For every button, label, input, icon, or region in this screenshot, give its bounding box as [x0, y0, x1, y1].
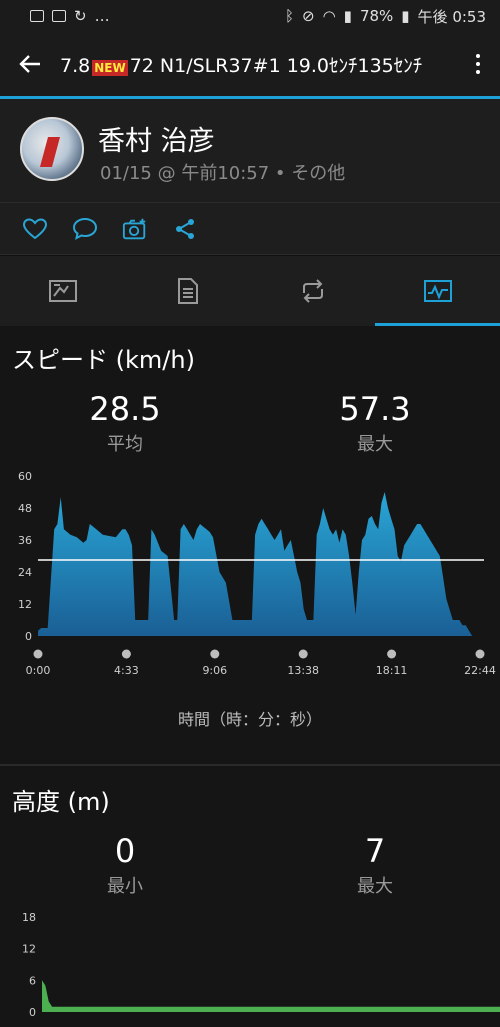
- back-button[interactable]: [0, 32, 60, 96]
- x-tick-marker: [298, 649, 308, 659]
- altitude-max-label: 最大: [357, 876, 393, 897]
- tab-map[interactable]: [0, 256, 125, 326]
- action-bar: [0, 203, 500, 255]
- altitude-min: 0 最小: [45, 832, 205, 898]
- y-tick-label: 0: [25, 630, 32, 643]
- image-notification-icon: [30, 10, 44, 22]
- altitude-min-value: 0: [114, 832, 136, 870]
- mute-icon: ⊘: [302, 7, 315, 25]
- y-tick-label: 18: [22, 911, 36, 924]
- camera-plus-icon: [122, 218, 146, 239]
- heart-icon: [23, 217, 47, 239]
- y-tick-label: 24: [18, 566, 32, 579]
- battery-percent: 78%: [359, 7, 394, 25]
- new-badge: NEW: [92, 59, 128, 76]
- y-tick-label: 12: [22, 943, 36, 956]
- x-tick-marker: [387, 649, 397, 659]
- y-tick-label: 12: [18, 598, 32, 611]
- speed-x-axis-label: 時間（時：分：秒）: [177, 710, 322, 729]
- y-tick-label: 60: [18, 470, 32, 483]
- tab-summary[interactable]: [125, 256, 250, 326]
- x-tick-label: 18:11: [376, 664, 408, 677]
- user-name[interactable]: 香村 治彦: [98, 119, 215, 158]
- altitude-max-value: 7: [364, 832, 386, 870]
- series-area: [38, 492, 473, 636]
- repeat-icon: [302, 279, 323, 303]
- title-suffix: 72 N1/SLR37#1 19.0ｾﾝﾁ135ｾﾝﾁ: [129, 54, 423, 77]
- sync-icon: ↻: [74, 7, 87, 25]
- clock: 午後 0:53: [417, 7, 486, 26]
- add-photo-button[interactable]: [122, 216, 148, 242]
- activity-title: 7.8 NEW 72 N1/SLR37#1 19.0ｾﾝﾁ135ｾﾝﾁ: [60, 51, 456, 78]
- x-tick-marker: [475, 649, 485, 659]
- signal-icon: ▮: [343, 7, 352, 25]
- document-icon: [177, 278, 198, 304]
- altitude-min-label: 最小: [107, 876, 143, 897]
- detail-tabs: [0, 256, 500, 326]
- speed-max-value: 57.3: [339, 390, 411, 428]
- bluetooth-icon: ᛒ: [284, 7, 294, 25]
- comment-icon: [72, 217, 98, 240]
- speed-average-value: 28.5: [89, 390, 161, 428]
- wifi-icon: ◠: [322, 7, 336, 25]
- x-tick-label: 4:33: [114, 664, 139, 677]
- speed-chart[interactable]: 60 48 36 24 12 0 0:00 4:33 9:06 13:38 18:11 22:44: [0, 466, 500, 696]
- speed-average: 28.5 平均: [45, 390, 205, 456]
- speed-max: 57.3 最大: [295, 390, 455, 456]
- avatar[interactable]: [20, 117, 84, 181]
- comment-button[interactable]: [72, 216, 98, 242]
- series-area: [42, 980, 500, 1012]
- more-notifications-icon: …: [94, 7, 110, 25]
- altitude-max: 7 最大: [295, 832, 455, 898]
- y-tick-label: 0: [29, 1006, 36, 1019]
- speed-average-label: 平均: [107, 434, 143, 455]
- back-arrow-icon: [19, 55, 40, 73]
- activity-header: 香村 治彦 01/15 @ 午前10:57 • その他: [0, 99, 500, 203]
- x-tick-label: 22:44: [464, 664, 496, 677]
- x-tick-marker: [210, 649, 220, 659]
- altitude-title: 高度 (m): [12, 788, 110, 816]
- y-tick-label: 6: [29, 974, 36, 987]
- tab-laps[interactable]: [250, 256, 375, 326]
- chart-icon: [423, 280, 452, 302]
- speed-max-label: 最大: [357, 434, 393, 455]
- y-tick-label: 36: [18, 534, 32, 547]
- status-right: ᛒ ⊘ ◠ ▮ 78% ▮ 午後 0:53: [285, 6, 486, 27]
- share-button[interactable]: [172, 216, 198, 242]
- app-bar: 7.8 NEW 72 N1/SLR37#1 19.0ｾﾝﾁ135ｾﾝﾁ: [0, 32, 500, 96]
- share-icon: [176, 218, 194, 239]
- x-tick-label: 0:00: [26, 664, 51, 677]
- speed-title: スピード (km/h): [12, 346, 195, 374]
- like-button[interactable]: [22, 216, 48, 242]
- overflow-menu-button[interactable]: [456, 54, 500, 74]
- x-tick-marker: [121, 649, 131, 659]
- y-tick-label: 48: [18, 502, 32, 515]
- altitude-chart[interactable]: 18 12 6 0: [0, 907, 500, 1027]
- overflow-dot: [476, 70, 480, 74]
- overflow-dot: [476, 62, 480, 66]
- map-icon: [48, 280, 77, 302]
- speed-section: スピード (km/h) 28.5 平均 57.3 最大 60 48 36 24 12 0 0…: [0, 326, 500, 764]
- altitude-section: 高度 (m) 0 最小 7 最大 18 12 6 0: [0, 766, 500, 1027]
- status-left: ↻ …: [30, 7, 110, 25]
- title-prefix: 7.8: [60, 54, 91, 77]
- x-tick-label: 13:38: [287, 664, 319, 677]
- overflow-dot: [476, 54, 480, 58]
- mail-notification-icon: [52, 10, 66, 22]
- x-tick-marker: [33, 649, 43, 659]
- tab-charts[interactable]: [375, 256, 500, 326]
- battery-icon: ▮: [401, 7, 410, 25]
- activity-date: 01/15 @ 午前10:57 • その他: [100, 163, 346, 184]
- status-bar: ↻ … ᛒ ⊘ ◠ ▮ 78% ▮ 午後 0:53: [0, 0, 500, 32]
- x-tick-label: 9:06: [202, 664, 227, 677]
